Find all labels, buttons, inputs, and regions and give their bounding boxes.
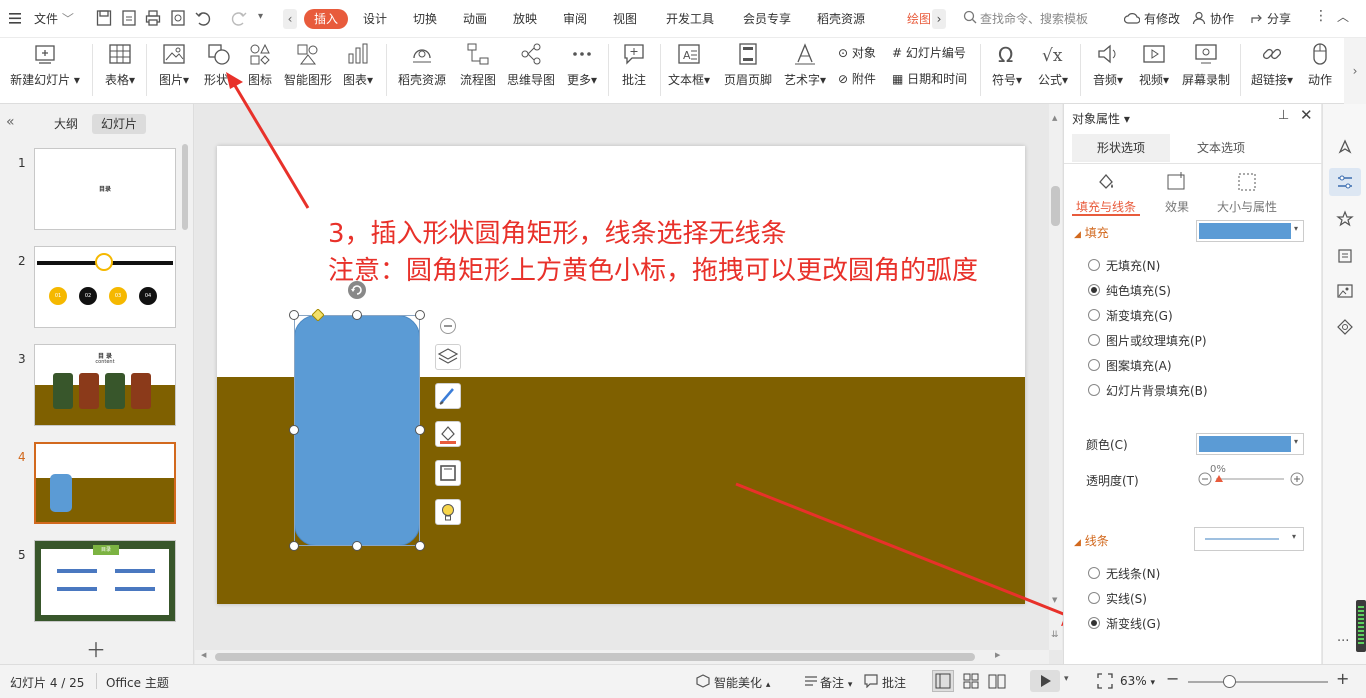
no-line-label: 无线条(N)	[1106, 567, 1161, 581]
subtab-effect[interactable]: 效果	[1150, 168, 1204, 216]
line-section-label: 线条	[1084, 534, 1109, 548]
subtab-effect-label: 效果	[1164, 200, 1189, 214]
background-fill-label: 幻灯片背景填充(B)	[1106, 384, 1208, 398]
style-icon[interactable]	[1336, 318, 1354, 336]
transparency-label: 透明度(T)	[1086, 474, 1139, 488]
fill-section-header[interactable]: ◢ 填充	[1074, 224, 1109, 241]
line-section-header[interactable]: ◢ 线条	[1074, 532, 1109, 549]
line-preview	[1205, 538, 1279, 540]
radio-gradient-fill[interactable]	[1088, 309, 1100, 321]
subtab-fill-line[interactable]: 填充与线条	[1072, 168, 1140, 216]
transparency-slider[interactable]	[1216, 478, 1284, 480]
radio-solid-fill[interactable]	[1088, 284, 1100, 296]
fill-bucket-icon	[1099, 174, 1113, 189]
zoom-slider-thumb[interactable]	[1223, 675, 1236, 688]
zoom-slider[interactable]	[1188, 681, 1328, 683]
color-dropdown[interactable]: ▾	[1196, 433, 1304, 455]
radio-pattern-fill[interactable]	[1088, 359, 1100, 371]
no-fill-label: 无填充(N)	[1106, 259, 1161, 273]
chevron-down-icon: ▾	[1294, 437, 1299, 446]
color-swatch	[1199, 436, 1291, 452]
tab-shape-options[interactable]: 形状选项	[1072, 134, 1170, 162]
radio-gradient-line[interactable]	[1088, 617, 1100, 629]
effect-icon	[1167, 172, 1185, 190]
arrow-head-shape	[226, 72, 243, 89]
zoom-level[interactable]: 63% ▾	[1120, 674, 1155, 688]
zoom-out-icon[interactable]: −	[1166, 669, 1179, 688]
fill-color-swatch	[1199, 223, 1291, 239]
fit-window-icon[interactable]	[1096, 672, 1114, 690]
side-widget-meter	[1358, 606, 1364, 646]
status-bar: 幻灯片 4 / 25 Office 主题 智能美化 ▴ 备注 ▾ 批注 ▾ 63…	[0, 664, 1366, 698]
radio-solid-line[interactable]	[1088, 592, 1100, 604]
right-sidebar: ···	[1322, 104, 1366, 664]
smart-beautify-label: 智能美化	[714, 676, 763, 690]
radio-no-line[interactable]	[1088, 567, 1100, 579]
close-icon[interactable]: ✕	[1300, 106, 1313, 124]
properties-sidebar-button[interactable]	[1329, 168, 1361, 196]
arrow-to-line-option	[735, 482, 1067, 617]
notes-label: 备注	[820, 676, 845, 690]
theme-name[interactable]: Office 主题	[106, 674, 169, 691]
reading-view-icon[interactable]	[987, 671, 1007, 691]
tab-text-options[interactable]: 文本选项	[1172, 134, 1270, 162]
rocket-icon[interactable]	[1336, 138, 1354, 156]
slide-counter: 幻灯片 4 / 25	[10, 676, 85, 690]
line-style-dropdown[interactable]: ▾	[1194, 527, 1304, 551]
chevron-down-icon: ▾	[1294, 224, 1299, 233]
subtab-fill-line-label: 填充与线条	[1075, 200, 1136, 214]
smart-beautify-button[interactable]: 智能美化 ▴	[714, 674, 770, 691]
zoom-value: 63%	[1120, 674, 1147, 688]
panel-title[interactable]: 对象属性 ▾	[1072, 110, 1130, 127]
fill-color-dropdown[interactable]: ▾	[1196, 220, 1304, 242]
play-button[interactable]	[1030, 670, 1060, 692]
color-label: 颜色(C)	[1086, 438, 1128, 452]
normal-view-icon[interactable]	[932, 670, 954, 692]
beautify-icon	[696, 674, 710, 688]
transparency-value: 0%	[1210, 464, 1226, 475]
clipboard-icon[interactable]	[1336, 246, 1354, 264]
radio-picture-fill[interactable]	[1088, 334, 1100, 346]
gradient-line-label: 渐变线(G)	[1106, 617, 1161, 631]
transparency-slider-thumb[interactable]	[1215, 475, 1223, 482]
subtab-size-label: 大小与属性	[1216, 200, 1277, 214]
size-icon	[1238, 173, 1256, 191]
chevron-down-icon: ▾	[1292, 532, 1297, 541]
solid-fill-label: 纯色填充(S)	[1106, 284, 1171, 298]
side-widget[interactable]	[1356, 600, 1366, 652]
comment-status-icon	[864, 674, 878, 689]
grid-view-icon[interactable]	[961, 671, 981, 691]
comments-button[interactable]: 批注	[882, 674, 906, 691]
radio-no-fill[interactable]	[1088, 259, 1100, 271]
subtab-size[interactable]: 大小与属性	[1214, 168, 1280, 216]
notes-button[interactable]: 备注 ▾	[820, 674, 852, 691]
arrow-to-shape-button	[232, 83, 310, 209]
more-sidebar-icon[interactable]: ···	[1337, 634, 1349, 649]
play-options-icon[interactable]: ▾	[1064, 674, 1069, 684]
picture-fill-label: 图片或纹理填充(P)	[1106, 334, 1207, 348]
zoom-in-icon[interactable]: +	[1336, 669, 1349, 688]
solid-line-label: 实线(S)	[1106, 592, 1147, 606]
panel-title-text: 对象属性	[1072, 112, 1121, 126]
pattern-fill-label: 图案填充(A)	[1106, 359, 1172, 373]
increase-icon[interactable]	[1290, 472, 1304, 486]
radio-background-fill[interactable]	[1088, 384, 1100, 396]
pin-icon[interactable]: ⊥	[1278, 108, 1289, 123]
object-properties-panel: 对象属性 ▾ ⊥ ✕ 形状选项 文本选项 填充与线条 效果 大小与属性 ◢ 填充…	[1063, 104, 1322, 664]
gradient-fill-label: 渐变填充(G)	[1106, 309, 1173, 323]
notes-icon	[804, 674, 818, 688]
fill-section-label: 填充	[1084, 226, 1109, 240]
star-icon[interactable]	[1336, 210, 1354, 228]
image-tool-icon[interactable]	[1336, 282, 1354, 300]
sliders-icon	[1338, 175, 1352, 189]
